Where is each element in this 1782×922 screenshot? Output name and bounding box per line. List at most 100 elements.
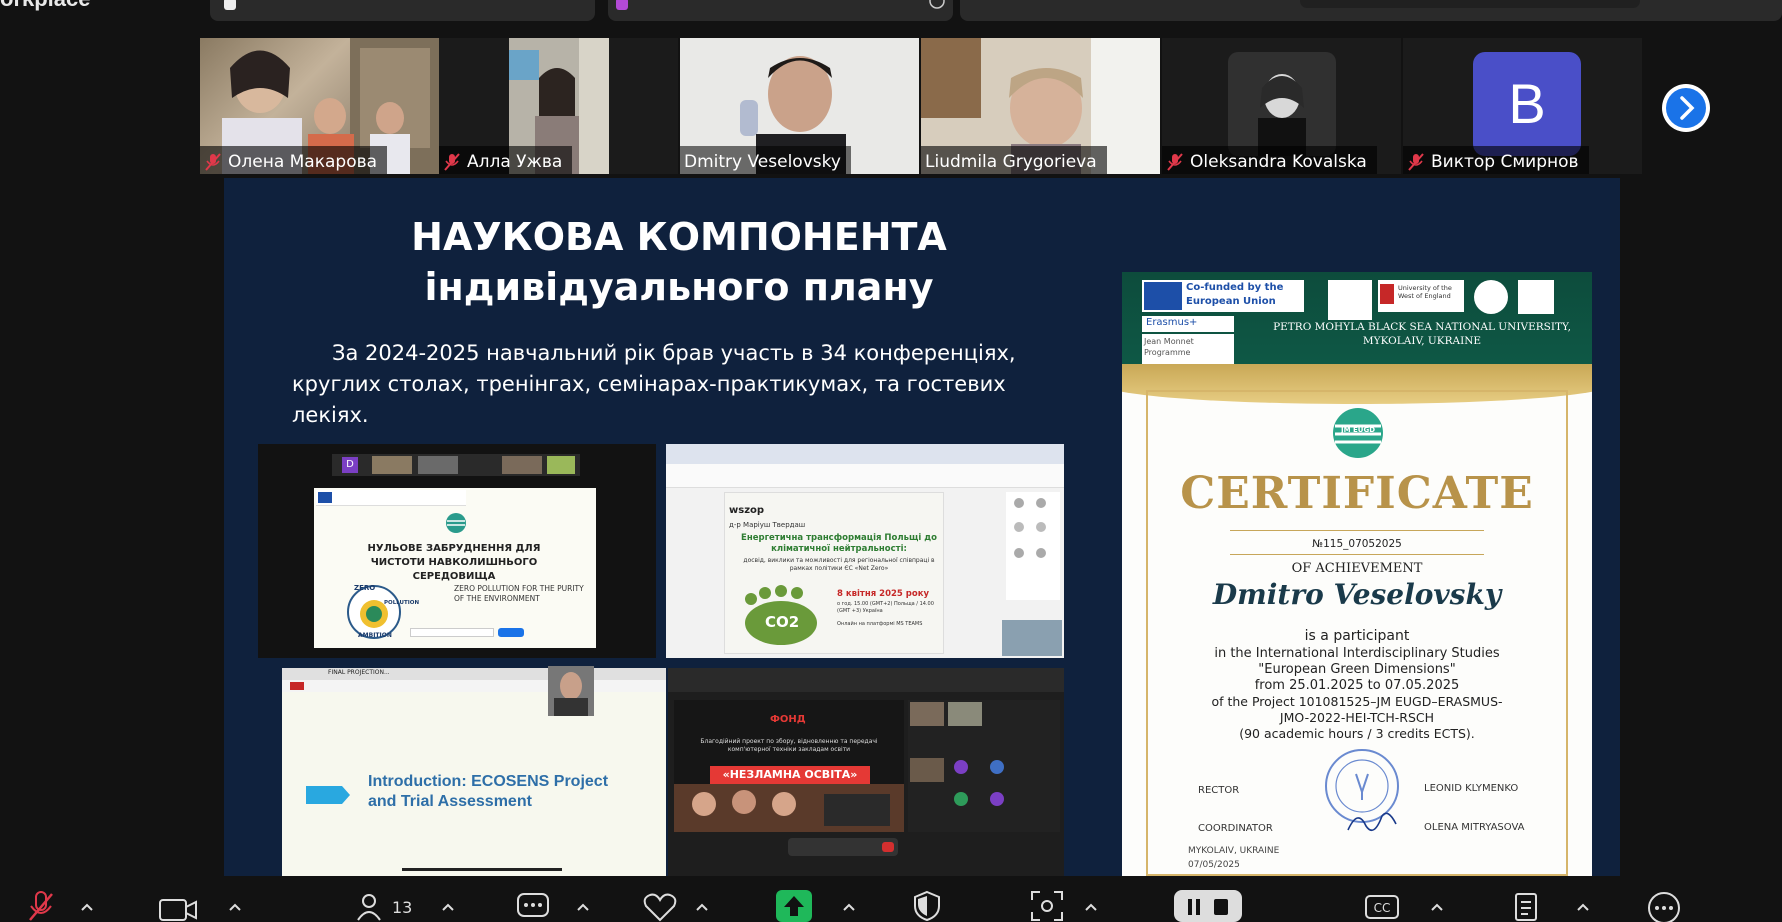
share-screen-button[interactable] bbox=[776, 890, 812, 922]
certificate-number: №115_07052025 bbox=[1312, 538, 1402, 550]
mini-slide-subheading: ZERO POLLUTION FOR THE PURITY OF THE ENV… bbox=[454, 584, 584, 603]
slide-body-text: За 2024-2025 навчальний рік брав участь … bbox=[292, 341, 1016, 427]
heart-reaction-icon[interactable] bbox=[642, 892, 678, 922]
participant-tile[interactable]: Liudmila Grygorieva bbox=[921, 38, 1160, 174]
talk-title: Енергетична трансформація Польщі до клім… bbox=[741, 533, 937, 554]
eu-flag-icon bbox=[318, 492, 332, 503]
chevron-up-icon[interactable] bbox=[441, 902, 455, 912]
video-camera-icon[interactable] bbox=[158, 898, 198, 922]
participant-name: Виктор Смирнов bbox=[1431, 151, 1579, 172]
participant-tile-active-speaker[interactable]: Dmitry Veselovsky bbox=[680, 38, 919, 174]
badge-text: AMBITION bbox=[358, 632, 392, 639]
erasmus-text: Erasmus+ bbox=[1146, 317, 1198, 328]
certificate-line: (90 academic hours / 3 credits ECTS). bbox=[1239, 726, 1475, 741]
participant-name: Олена Макарова bbox=[228, 151, 378, 172]
participant-tile[interactable]: B Виктор Смирнов bbox=[1403, 38, 1642, 174]
mini-button bbox=[498, 628, 524, 637]
event-time: о год. 15.00 (GMT+2) Польща / 14.00 (GMT… bbox=[837, 601, 934, 614]
certificate-line: of the Project 101081525–JM EUGD–ERASMUS… bbox=[1211, 694, 1503, 709]
slide-title-line1: НАУКОВА КОМПОНЕНТА bbox=[411, 215, 947, 259]
chat-icon[interactable] bbox=[516, 892, 550, 922]
chevron-up-icon[interactable] bbox=[695, 902, 709, 912]
participants-count: 13 bbox=[392, 898, 413, 917]
mini-slide-heading: НУЛЬОВЕ ЗАБРУДНЕННЯ ДЛЯ ЧИСТОТИ НАВКОЛИШ… bbox=[367, 543, 541, 582]
certificate: Co-funded by the European Union Universi… bbox=[1122, 272, 1592, 876]
top-bar: orkplace bbox=[0, 0, 1782, 32]
search-bar[interactable] bbox=[960, 0, 1782, 21]
pause-stop-icon bbox=[1188, 899, 1228, 915]
browser-tab: FINAL PROJECTION... bbox=[328, 669, 390, 676]
mini-video bbox=[547, 456, 575, 474]
participant-name-label: Олена Макарова bbox=[200, 146, 388, 174]
event-date: 8 квітня 2025 року bbox=[837, 589, 930, 599]
participant-name-label: Dmitry Veselovsky bbox=[680, 146, 851, 174]
recipient-name: Dmitro Veselovsky bbox=[1212, 578, 1502, 611]
certificate-place: MYKOLAIV, UKRAINE bbox=[1188, 846, 1280, 856]
mini-slide: ФОНД Благодійний проект по збору, віднов… bbox=[674, 700, 904, 832]
participant-grid bbox=[908, 700, 1060, 832]
browser-address-bar bbox=[282, 680, 666, 692]
browser-tabs: FINAL PROJECTION... bbox=[282, 668, 666, 680]
mini-video bbox=[418, 456, 458, 474]
speaker-name: д-р Маріуш Твердаш bbox=[729, 521, 806, 529]
signature bbox=[1347, 812, 1397, 832]
co2-label: CO2 bbox=[765, 613, 800, 631]
certificate-title: CERTIFICATE bbox=[1180, 468, 1534, 519]
participant-tile[interactable]: Oleksandra Kovalska bbox=[1162, 38, 1401, 174]
conference-screenshot-ecosens: FINAL PROJECTION... Introduction: ECOSEN… bbox=[282, 668, 666, 876]
chevron-up-icon[interactable] bbox=[80, 902, 94, 912]
uwe-text: University of the West of England bbox=[1398, 284, 1452, 300]
brand-logo: wszop bbox=[729, 505, 765, 516]
chevron-up-icon[interactable] bbox=[842, 902, 856, 912]
close-icon bbox=[290, 682, 304, 690]
mic-muted-icon[interactable] bbox=[26, 890, 56, 922]
eu-flag-icon bbox=[1144, 282, 1182, 310]
erasmus-logo: Erasmus+ bbox=[1142, 316, 1234, 332]
shield-icon[interactable] bbox=[912, 890, 942, 922]
students-photo bbox=[674, 784, 904, 832]
jean-monnet-text: Jean Monnet Programme bbox=[1144, 337, 1194, 357]
mini-gallery: D bbox=[332, 454, 580, 476]
certificate-line: in the International Interdisciplinary S… bbox=[1214, 646, 1500, 661]
chevron-up-icon[interactable] bbox=[1084, 902, 1098, 912]
apps-icon[interactable] bbox=[1030, 890, 1064, 922]
coordinator-label: COORDINATOR bbox=[1198, 823, 1273, 834]
pause-stop-share-button[interactable] bbox=[1174, 890, 1242, 922]
meeting-window: orkplace bbox=[0, 0, 1782, 922]
avatar: B bbox=[1473, 52, 1581, 156]
slide-title-line2: індивідуального плану bbox=[424, 265, 934, 309]
teams-toolbar bbox=[666, 464, 1064, 488]
rector-name: LEONID KLYMENKO bbox=[1424, 783, 1519, 794]
window-tab[interactable] bbox=[210, 0, 595, 21]
fund-logo: ФОНД bbox=[770, 714, 806, 725]
partner-logo-icon bbox=[1518, 280, 1554, 314]
participant-tile[interactable]: Олена Макарова bbox=[200, 38, 439, 174]
event-platform: Онлайн на платформі MS TEAMS bbox=[837, 621, 923, 627]
closed-captions-icon[interactable]: CC bbox=[1364, 894, 1400, 920]
certificate-subtitle: OF ACHIEVEMENT bbox=[1291, 561, 1423, 576]
project-description: Благодійний проект по збору, відновленню… bbox=[700, 738, 878, 753]
chevron-up-icon[interactable] bbox=[1576, 902, 1590, 912]
info-icon[interactable] bbox=[928, 0, 946, 10]
search-input[interactable] bbox=[1300, 0, 1640, 8]
chevron-up-icon[interactable] bbox=[1430, 902, 1444, 912]
jm-eugd-logo-text: JM EUGD bbox=[1340, 426, 1376, 434]
divider bbox=[1230, 554, 1484, 555]
mic-muted-icon bbox=[1408, 152, 1424, 171]
coordinator-name: OLENA MITRYASOVA bbox=[1424, 822, 1525, 833]
notes-icon[interactable] bbox=[1512, 890, 1540, 922]
more-options-icon[interactable] bbox=[1646, 890, 1682, 922]
scroll-bar bbox=[402, 868, 562, 871]
chevron-up-icon[interactable] bbox=[228, 902, 242, 912]
participants-icon[interactable] bbox=[354, 892, 384, 922]
window-tab[interactable] bbox=[608, 0, 953, 21]
logo-strip bbox=[316, 490, 466, 506]
tab-icon bbox=[616, 0, 628, 10]
jean-monnet-logo: Jean Monnet Programme bbox=[1142, 334, 1234, 364]
tab-icon bbox=[224, 0, 236, 10]
university-name: PETRO MOHYLA BLACK SEA NATIONAL UNIVERSI… bbox=[1273, 321, 1571, 347]
arrow-up-icon bbox=[784, 896, 804, 916]
participant-tile[interactable]: Алла Ужва bbox=[439, 38, 678, 174]
certificate-line: from 25.01.2025 to 07.05.2025 bbox=[1254, 678, 1460, 693]
chevron-up-icon[interactable] bbox=[576, 902, 590, 912]
